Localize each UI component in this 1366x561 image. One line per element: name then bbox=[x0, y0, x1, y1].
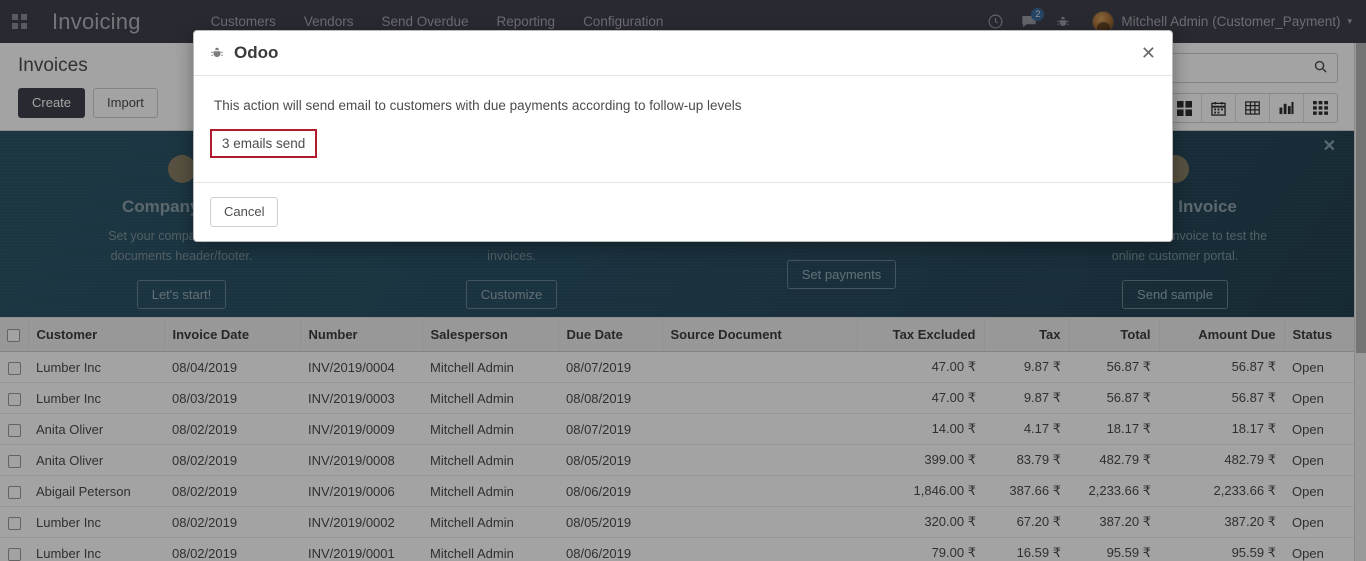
dialog-footer: Cancel bbox=[194, 182, 1172, 241]
bug-icon bbox=[210, 45, 224, 61]
dialog-message: This action will send email to customers… bbox=[214, 98, 742, 113]
dialog-title: Odoo bbox=[234, 43, 279, 62]
dialog-header: Odoo ✕ bbox=[194, 31, 1172, 76]
odoo-invoicing-screen: Invoicing Customers Vendors Send Overdue… bbox=[0, 0, 1366, 561]
dialog-close-icon[interactable]: ✕ bbox=[1141, 44, 1156, 62]
emails-sent-result: 3 emails send bbox=[210, 129, 318, 158]
cancel-button[interactable]: Cancel bbox=[210, 197, 279, 227]
odoo-dialog: Odoo ✕ This action will send email to cu… bbox=[193, 30, 1173, 242]
dialog-body: This action will send email to customers… bbox=[194, 76, 1172, 182]
